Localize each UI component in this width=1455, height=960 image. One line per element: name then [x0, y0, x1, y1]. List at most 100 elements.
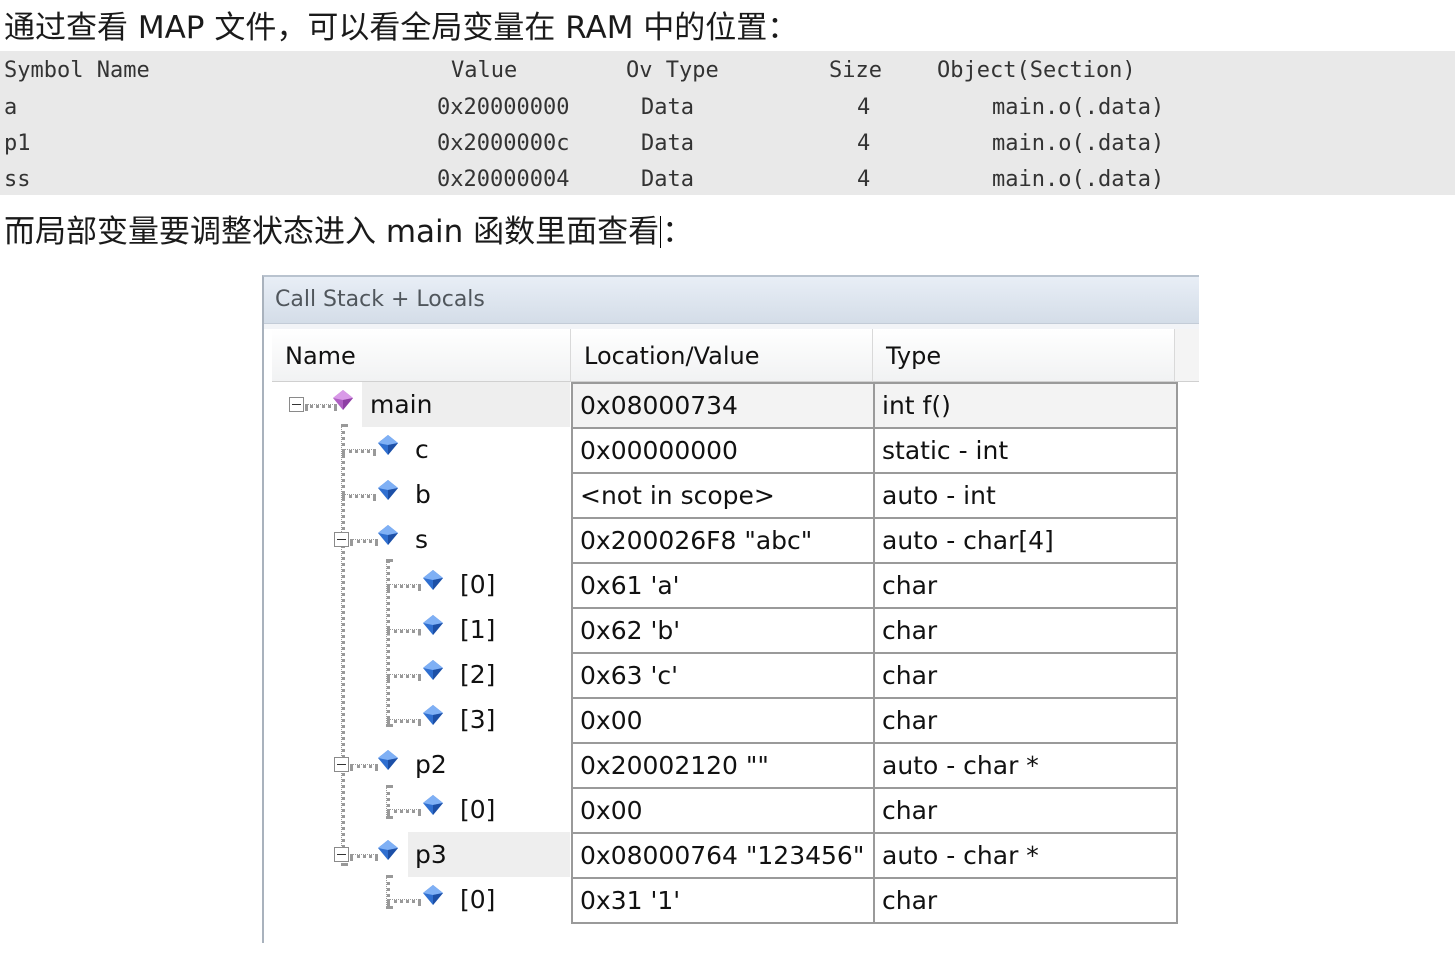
- location-value-cell[interactable]: 0x08000764 "123456": [573, 834, 875, 877]
- variable-icon: [377, 479, 399, 501]
- grid-row[interactable]: 0x61 'a' char: [573, 562, 1176, 607]
- type-cell: static - int: [882, 436, 1009, 465]
- grid-row[interactable]: 0x00 char: [573, 697, 1176, 742]
- location-value-cell[interactable]: 0x00: [573, 699, 875, 742]
- window-title: Call Stack + Locals: [264, 277, 1199, 324]
- variable-icon: [422, 569, 444, 591]
- grid-row[interactable]: 0x08000734 int f(): [573, 382, 1176, 427]
- location-value-cell[interactable]: 0x20002120 "": [573, 744, 875, 787]
- variable-icon: [377, 749, 399, 771]
- tree-row-main[interactable]: main: [272, 382, 570, 427]
- collapse-toggle[interactable]: [334, 847, 349, 862]
- location-value-cell[interactable]: 0x00000000: [573, 429, 875, 472]
- location-value-cell[interactable]: 0x200026F8 "abc": [573, 519, 875, 562]
- map-cell-size: 4: [857, 167, 871, 192]
- tree-row-label: main: [370, 390, 433, 419]
- grid-row[interactable]: 0x31 '1' char: [573, 877, 1176, 922]
- map-cell-value: 0x20000000: [437, 95, 570, 120]
- tree-row-s[interactable]: s: [272, 517, 570, 562]
- map-cell-value: 0x20000004: [437, 167, 570, 192]
- tree-row-p2[interactable]: p2: [272, 742, 570, 787]
- grid-row[interactable]: <not in scope> auto - int: [573, 472, 1176, 517]
- type-cell: auto - char *: [882, 841, 1039, 870]
- type-cell: char: [882, 796, 938, 825]
- grid-row[interactable]: 0x00 char: [573, 787, 1176, 832]
- location-value-cell[interactable]: <not in scope>: [573, 474, 875, 517]
- column-header-location[interactable]: Location/Value: [571, 329, 873, 382]
- location-value-cell[interactable]: 0x62 'b': [573, 609, 875, 652]
- column-header-name[interactable]: Name: [272, 329, 571, 382]
- tree-row-label: p3: [415, 840, 447, 869]
- map-header-value: Value: [451, 58, 518, 83]
- collapse-toggle[interactable]: [334, 757, 349, 772]
- map-cell-size: 4: [857, 131, 871, 156]
- grid-row[interactable]: 0x200026F8 "abc" auto - char[4]: [573, 517, 1176, 562]
- location-value-cell[interactable]: 0x63 'c': [573, 654, 875, 697]
- tree-row-s-3[interactable]: [3]: [272, 697, 570, 742]
- location-value-cell[interactable]: 0x61 'a': [573, 564, 875, 607]
- tree-row-c[interactable]: c: [272, 427, 570, 472]
- map-header-size: Size: [829, 58, 882, 83]
- tree-row-label: c: [415, 435, 429, 464]
- map-cell-symbol: p1: [4, 131, 31, 156]
- function-icon: [332, 389, 354, 411]
- grid-row[interactable]: 0x00000000 static - int: [573, 427, 1176, 472]
- tree-row-label: [0]: [460, 795, 496, 824]
- grid-row[interactable]: 0x63 'c' char: [573, 652, 1176, 697]
- intro-paragraph: 通过查看 MAP 文件，可以看全局变量在 RAM 中的位置：: [4, 10, 799, 46]
- map-cell-size: 4: [857, 95, 871, 120]
- map-cell-value: 0x2000000c: [437, 131, 570, 156]
- map-cell-object: main.o(.data): [992, 95, 1165, 120]
- column-header-type[interactable]: Type: [873, 329, 1175, 382]
- locals-paragraph: 而局部变量要调整状态进入 main 函数里面查看：: [4, 212, 693, 252]
- type-cell: auto - int: [882, 481, 996, 510]
- collapse-toggle[interactable]: [334, 532, 349, 547]
- locals-grid: 0x08000734 int f() 0x00000000 static - i…: [571, 382, 1178, 924]
- map-cell-object: main.o(.data): [992, 131, 1165, 156]
- tree-row-label: [0]: [460, 570, 496, 599]
- grid-row[interactable]: 0x62 'b' char: [573, 607, 1176, 652]
- type-cell: int f(): [882, 391, 951, 420]
- tree-row-label: [3]: [460, 705, 496, 734]
- collapse-toggle[interactable]: [289, 397, 304, 412]
- tree-row-s-2[interactable]: [2]: [272, 652, 570, 697]
- call-stack-locals-window: Call Stack + Locals Name Location/Value …: [262, 275, 1199, 943]
- variable-icon: [377, 839, 399, 861]
- tree-row-label: [2]: [460, 660, 496, 689]
- tree-row-p2-0[interactable]: [0]: [272, 787, 570, 832]
- tree-row-s-1[interactable]: [1]: [272, 607, 570, 652]
- locals-text-colon: ：: [662, 214, 694, 250]
- variable-icon: [422, 614, 444, 636]
- type-cell: char: [882, 886, 938, 915]
- tree-row-p3[interactable]: p3: [272, 832, 570, 877]
- variable-icon: [377, 434, 399, 456]
- type-cell: auto - char *: [882, 751, 1039, 780]
- tree-row-s-0[interactable]: [0]: [272, 562, 570, 607]
- type-cell: auto - char[4]: [882, 526, 1054, 555]
- map-header-object: Object(Section): [937, 58, 1136, 83]
- grid-row[interactable]: 0x08000764 "123456" auto - char *: [573, 832, 1176, 877]
- type-cell: char: [882, 706, 938, 735]
- tree-row-p3-0[interactable]: [0]: [272, 877, 570, 922]
- map-cell-symbol: ss: [4, 167, 31, 192]
- location-value-cell[interactable]: 0x08000734: [573, 384, 875, 427]
- variable-icon: [422, 884, 444, 906]
- type-cell: char: [882, 616, 938, 645]
- map-header-symbol: Symbol Name: [4, 58, 150, 83]
- tree-row-b[interactable]: b: [272, 472, 570, 517]
- tree-row-label: [0]: [460, 885, 496, 914]
- tree-row-label: b: [415, 480, 431, 509]
- type-cell: char: [882, 571, 938, 600]
- map-cell-object: main.o(.data): [992, 167, 1165, 192]
- variable-icon: [422, 794, 444, 816]
- map-file-table: Symbol Name Value Ov Type Size Object(Se…: [0, 51, 1455, 195]
- tree-row-label: [1]: [460, 615, 496, 644]
- grid-row[interactable]: 0x20002120 "" auto - char *: [573, 742, 1176, 787]
- variable-icon: [377, 524, 399, 546]
- type-cell: char: [882, 661, 938, 690]
- location-value-cell[interactable]: 0x00: [573, 789, 875, 832]
- variable-icon: [422, 659, 444, 681]
- location-value-cell[interactable]: 0x31 '1': [573, 879, 875, 922]
- map-cell-ov-type: Data: [641, 167, 694, 192]
- map-cell-symbol: a: [4, 95, 18, 120]
